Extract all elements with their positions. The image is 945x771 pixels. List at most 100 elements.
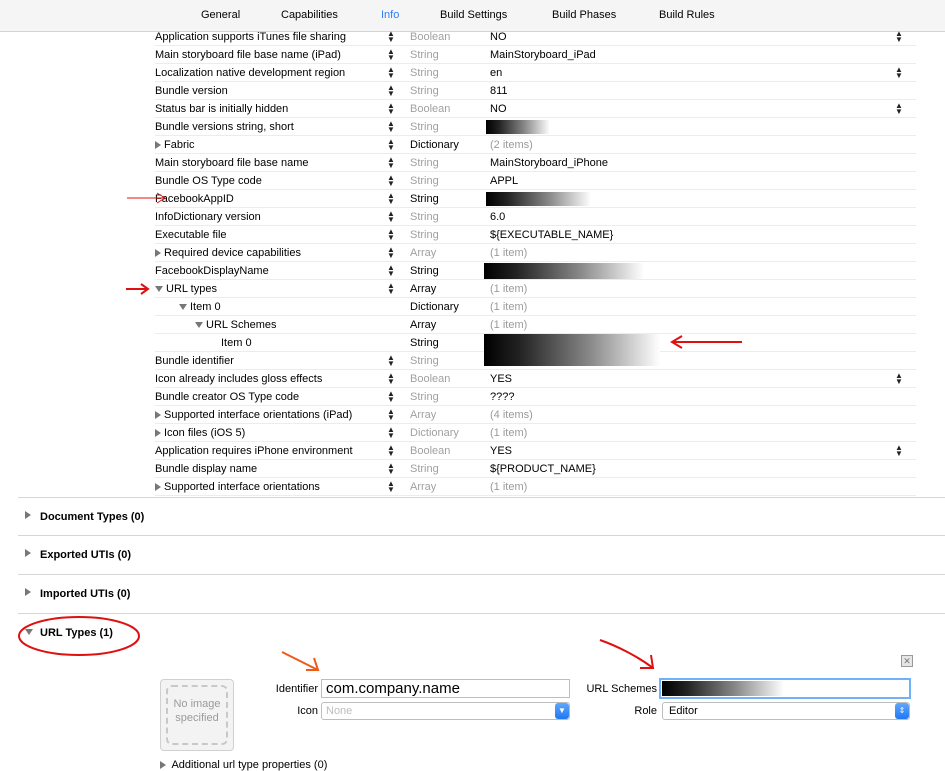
value-popup-icon[interactable]: ▲ ▼ — [895, 444, 903, 458]
plist-value[interactable]: en — [490, 67, 502, 79]
plist-value[interactable]: NO — [490, 31, 507, 43]
plist-row[interactable]: Item 0 Dictionary (1 item) — [155, 298, 916, 316]
disclosure-triangle-icon[interactable] — [160, 761, 166, 769]
plist-row[interactable]: Bundle version ▲ ▼ String 811 — [155, 82, 916, 100]
chevron-down-icon[interactable]: ▼ — [555, 703, 569, 719]
plist-value[interactable]: 6.0 — [490, 211, 505, 223]
plist-value[interactable]: MainStoryboard_iPad — [490, 49, 596, 61]
plist-value[interactable]: MainStoryboard_iPhone — [490, 157, 608, 169]
plist-row[interactable]: Application requires iPhone environment … — [155, 442, 916, 460]
plist-value[interactable]: ${EXECUTABLE_NAME} — [490, 229, 613, 241]
plist-row[interactable]: Item 0 String — [155, 334, 916, 366]
plist-value[interactable]: NO — [490, 103, 507, 115]
plist-row[interactable]: Bundle display name ▲ ▼ String ${PRODUCT_… — [155, 460, 916, 478]
plist-row[interactable]: FacebookAppID ▲ ▼ String — [155, 190, 916, 208]
key-stepper-icon[interactable]: ▲ ▼ — [387, 102, 395, 116]
value-popup-icon[interactable]: ▲ ▼ — [895, 66, 903, 80]
key-stepper-icon[interactable]: ▲ ▼ — [387, 192, 395, 206]
plist-row[interactable]: Supported interface orientations (iPad) … — [155, 406, 916, 424]
key-stepper-icon[interactable]: ▲ ▼ — [387, 354, 395, 368]
key-stepper-icon[interactable]: ▲ ▼ — [387, 372, 395, 386]
url-type-icon-well[interactable]: No image specified — [160, 679, 234, 751]
plist-value[interactable]: ???? — [490, 391, 514, 403]
plist-row[interactable]: Bundle creator OS Type code ▲ ▼ String ??… — [155, 388, 916, 406]
section-exported-utis[interactable]: Exported UTIs (0) — [18, 536, 945, 575]
plist-row[interactable]: Localization native development region ▲… — [155, 64, 916, 82]
plist-row[interactable]: Icon already includes gloss effects ▲ ▼ B… — [155, 370, 916, 388]
disclosure-triangle-open-icon[interactable] — [179, 304, 187, 310]
plist-value[interactable]: YES — [490, 445, 512, 457]
plist-row[interactable]: Fabric ▲ ▼ Dictionary (2 items) — [155, 136, 916, 154]
plist-row[interactable]: Icon files (iOS 5) ▲ ▼ Dictionary (1 item… — [155, 424, 916, 442]
key-stepper-icon[interactable]: ▲ ▼ — [387, 210, 395, 224]
disclosure-triangle-icon[interactable] — [155, 141, 161, 149]
disclosure-triangle-icon[interactable] — [25, 549, 31, 557]
plist-row[interactable]: InfoDictionary version ▲ ▼ String 6.0 — [155, 208, 916, 226]
tab-build-rules[interactable]: Build Rules — [659, 9, 715, 21]
key-stepper-icon[interactable]: ▲ ▼ — [387, 120, 395, 134]
additional-properties-row[interactable]: Additional url type properties (0) — [160, 759, 327, 771]
disclosure-triangle-icon[interactable] — [155, 429, 161, 437]
plist-value[interactable]: APPL — [490, 175, 518, 187]
key-stepper-icon[interactable]: ▲ ▼ — [387, 444, 395, 458]
disclosure-triangle-icon[interactable] — [155, 411, 161, 419]
url-schemes-field[interactable] — [659, 678, 911, 699]
disclosure-triangle-icon[interactable] — [25, 588, 31, 596]
plist-row[interactable]: Status bar is initially hidden ▲ ▼ Boolea… — [155, 100, 916, 118]
section-url-types[interactable]: URL Types (1) — [18, 614, 945, 653]
plist-row[interactable]: Supported interface orientations ▲ ▼ Arra… — [155, 478, 916, 496]
key-stepper-icon[interactable]: ▲ ▼ — [387, 30, 395, 44]
disclosure-triangle-icon[interactable] — [155, 483, 161, 491]
key-stepper-icon[interactable]: ▲ ▼ — [387, 138, 395, 152]
tab-info[interactable]: Info — [381, 9, 399, 21]
key-stepper-icon[interactable]: ▲ ▼ — [387, 66, 395, 80]
identifier-field[interactable]: com.company.name — [321, 679, 570, 698]
disclosure-triangle-icon[interactable] — [25, 511, 31, 519]
plist-row[interactable]: Application supports iTunes file sharing… — [155, 28, 916, 46]
plist-type: String — [410, 157, 439, 169]
plist-value[interactable]: YES — [490, 373, 512, 385]
plist-key-text: URL Schemes — [206, 319, 277, 331]
plist-row[interactable]: URL Schemes Array (1 item) — [155, 316, 916, 334]
key-stepper-icon[interactable]: ▲ ▼ — [387, 264, 395, 278]
key-stepper-icon[interactable]: ▲ ▼ — [387, 84, 395, 98]
key-stepper-icon[interactable]: ▲ ▼ — [387, 480, 395, 494]
plist-row[interactable]: Main storyboard file base name ▲ ▼ String… — [155, 154, 916, 172]
key-stepper-icon[interactable]: ▲ ▼ — [387, 156, 395, 170]
tab-general[interactable]: General — [201, 9, 240, 21]
plist-value[interactable]: 811 — [490, 85, 508, 97]
key-stepper-icon[interactable]: ▲ ▼ — [387, 246, 395, 260]
key-stepper-icon[interactable]: ▲ ▼ — [387, 462, 395, 476]
plist-row[interactable]: Bundle OS Type code ▲ ▼ String APPL — [155, 172, 916, 190]
key-stepper-icon[interactable]: ▲ ▼ — [387, 174, 395, 188]
plist-row[interactable]: Executable file ▲ ▼ String ${EXECUTABLE_N… — [155, 226, 916, 244]
value-popup-icon[interactable]: ▲ ▼ — [895, 372, 903, 386]
plist-row[interactable]: Required device capabilities ▲ ▼ Array (1… — [155, 244, 916, 262]
key-stepper-icon[interactable]: ▲ ▼ — [387, 426, 395, 440]
plist-row[interactable]: Main storyboard file base name (iPad) ▲ ▼… — [155, 46, 916, 64]
section-imported-utis[interactable]: Imported UTIs (0) — [18, 575, 945, 614]
icon-select[interactable]: None ▼ — [321, 702, 570, 720]
disclosure-triangle-open-icon[interactable] — [195, 322, 203, 328]
tab-build-settings[interactable]: Build Settings — [440, 9, 507, 21]
plist-value[interactable]: ${PRODUCT_NAME} — [490, 463, 596, 475]
role-select[interactable]: Editor ⇕ — [662, 702, 910, 720]
plist-row[interactable]: Bundle versions string, short ▲ ▼ String — [155, 118, 916, 136]
remove-url-type-icon[interactable]: ✕ — [901, 655, 913, 667]
disclosure-triangle-icon[interactable] — [155, 249, 161, 257]
key-stepper-icon[interactable]: ▲ ▼ — [387, 390, 395, 404]
key-stepper-icon[interactable]: ▲ ▼ — [387, 408, 395, 422]
tab-build-phases[interactable]: Build Phases — [552, 9, 616, 21]
disclosure-triangle-open-icon[interactable] — [155, 286, 163, 292]
key-stepper-icon[interactable]: ▲ ▼ — [387, 228, 395, 242]
plist-row[interactable]: FacebookDisplayName ▲ ▼ String — [155, 262, 916, 280]
up-down-chevron-icon[interactable]: ⇕ — [895, 703, 909, 719]
annotation-arrow-icon — [670, 335, 742, 349]
key-stepper-icon[interactable]: ▲ ▼ — [387, 48, 395, 62]
key-stepper-icon[interactable]: ▲ ▼ — [387, 282, 395, 296]
tab-capabilities[interactable]: Capabilities — [281, 9, 338, 21]
value-popup-icon[interactable]: ▲ ▼ — [895, 30, 903, 44]
value-popup-icon[interactable]: ▲ ▼ — [895, 102, 903, 116]
section-document-types[interactable]: Document Types (0) — [18, 497, 945, 536]
plist-row[interactable]: URL types ▲ ▼ Array (1 item) — [155, 280, 916, 298]
